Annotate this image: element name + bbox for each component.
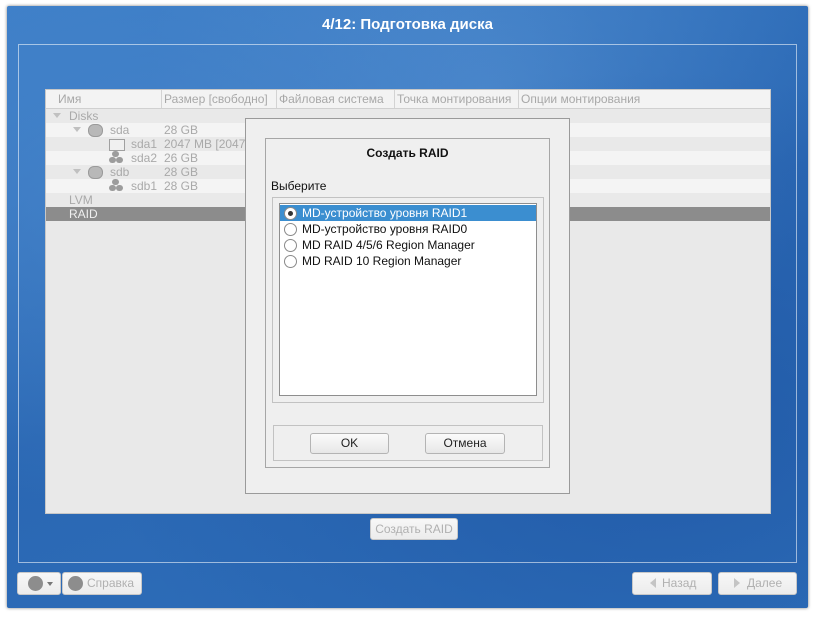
help-button[interactable]: Справка <box>62 572 142 595</box>
radio-button[interactable] <box>284 255 297 268</box>
back-button-label: Назад <box>662 576 697 590</box>
dialog-prompt: Выберите <box>271 179 327 193</box>
row-name: LVM <box>69 193 93 207</box>
radio-button[interactable] <box>284 239 297 252</box>
option-label: MD RAID 10 Region Manager <box>302 254 462 268</box>
column-separator <box>161 90 162 108</box>
option-raid456[interactable]: MD RAID 4/5/6 Region Manager <box>280 237 536 253</box>
hard-disk-icon <box>88 124 103 137</box>
up-arrow-icon <box>28 576 43 591</box>
create-raid-dialog: Создать RAID Выберите MD-устройство уров… <box>245 118 570 494</box>
column-separator <box>518 90 519 108</box>
partition-icon <box>109 139 125 151</box>
column-header-name[interactable]: Имя <box>58 92 81 106</box>
row-size: 28 GB <box>164 179 199 193</box>
lvm-volume-icon <box>109 151 123 164</box>
cancel-button[interactable]: Отмена <box>425 433 505 454</box>
radio-button[interactable] <box>284 223 297 236</box>
lvm-volume-icon <box>109 179 123 192</box>
option-raid10[interactable]: MD RAID 10 Region Manager <box>280 253 536 269</box>
option-label: MD-устройство уровня RAID0 <box>302 222 468 236</box>
option-label: MD RAID 4/5/6 Region Manager <box>302 238 475 252</box>
system-menu-button[interactable] <box>17 572 61 595</box>
chevron-left-icon <box>650 578 656 588</box>
raid-type-list[interactable]: MD-устройство уровня RAID1 MD-устройство… <box>279 203 537 396</box>
tree-header: Имя Размер [свободно] Файловая система Т… <box>46 90 770 109</box>
back-button[interactable]: Назад <box>632 572 712 595</box>
column-separator <box>394 90 395 108</box>
row-size: 26 GB <box>164 151 199 165</box>
row-name: sda <box>110 123 130 137</box>
column-header-mountpoint[interactable]: Точка монтирования <box>397 92 511 106</box>
create-raid-button[interactable]: Создать RAID <box>370 518 458 540</box>
row-name: sdb <box>110 165 130 179</box>
chevron-down-icon <box>47 582 53 586</box>
dialog-title: Создать RAID <box>366 146 449 160</box>
chevron-right-icon <box>734 578 740 588</box>
window-title: 4/12: Подготовка диска <box>322 16 493 33</box>
option-raid1[interactable]: MD-устройство уровня RAID1 <box>280 205 536 221</box>
next-button-label: Далее <box>747 576 783 590</box>
help-button-label: Справка <box>87 576 135 590</box>
next-button[interactable]: Далее <box>718 572 797 595</box>
column-header-mount-options[interactable]: Опции монтирования <box>521 92 640 106</box>
options-frame: MD-устройство уровня RAID1 MD-устройство… <box>272 197 544 403</box>
hard-disk-icon <box>88 166 103 179</box>
row-name: sda1 <box>131 137 158 151</box>
row-size: 28 GB <box>164 123 199 137</box>
dialog-inner-frame: Создать RAID Выберите MD-устройство уров… <box>265 138 550 468</box>
column-header-filesystem[interactable]: Файловая система <box>279 92 384 106</box>
radio-button[interactable] <box>284 207 297 220</box>
row-name: RAID <box>69 207 98 221</box>
row-name: Disks <box>69 109 99 123</box>
expand-arrow-icon[interactable] <box>73 127 81 132</box>
row-name: sdb1 <box>131 179 158 193</box>
column-header-size[interactable]: Размер [свободно] <box>164 92 268 106</box>
column-separator <box>276 90 277 108</box>
row-name: sda2 <box>131 151 158 165</box>
ok-button[interactable]: OK <box>310 433 389 454</box>
option-raid0[interactable]: MD-устройство уровня RAID0 <box>280 221 536 237</box>
help-icon <box>68 576 83 591</box>
expand-arrow-icon[interactable] <box>73 169 81 174</box>
option-label: MD-устройство уровня RAID1 <box>302 206 468 220</box>
expand-arrow-icon[interactable] <box>53 113 61 118</box>
row-size: 2047 MB [2047 <box>164 137 246 151</box>
row-size: 28 GB <box>164 165 199 179</box>
dialog-button-row: OK Отмена <box>273 425 543 461</box>
